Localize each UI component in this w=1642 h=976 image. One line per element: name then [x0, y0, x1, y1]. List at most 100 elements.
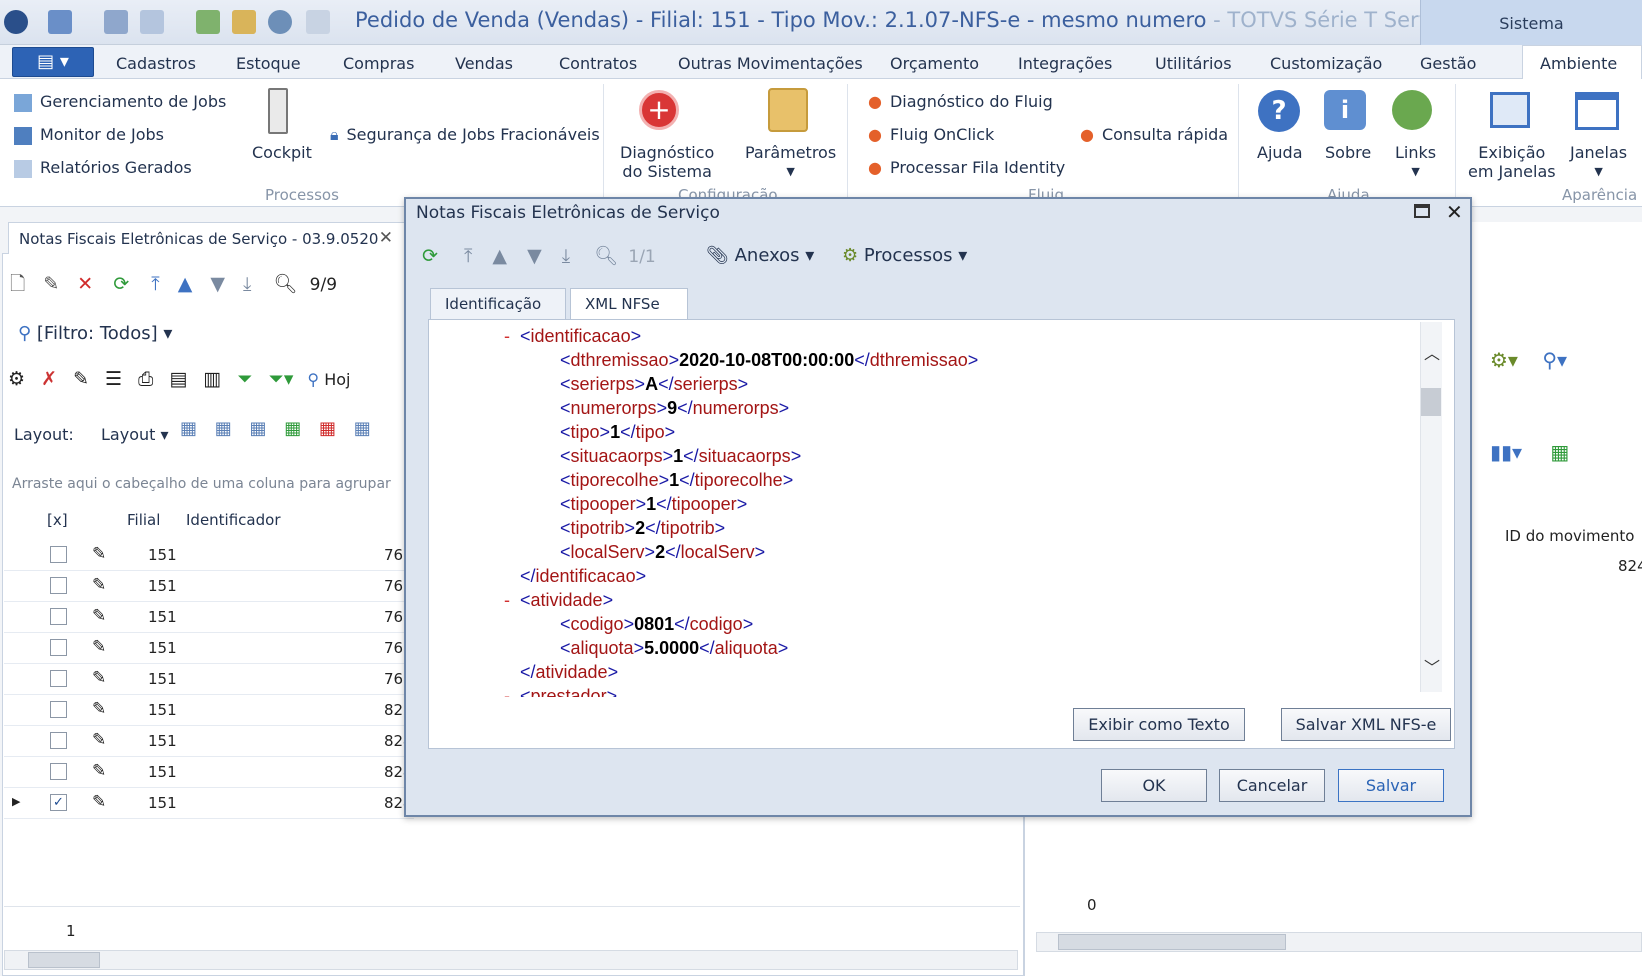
next-record-icon[interactable]: ▼ — [210, 273, 225, 295]
menu-ambiente[interactable]: Ambiente — [1540, 54, 1617, 73]
funnel-icon[interactable]: ⏷ — [237, 368, 252, 390]
refresh-icon[interactable]: ⟳ — [113, 273, 129, 295]
layout-delete-icon[interactable]: ▦ — [215, 418, 232, 439]
scroll-up-icon[interactable]: ︿ — [1424, 340, 1440, 364]
anexos-dropdown[interactable]: 📎︎ Anexos ▾ — [706, 245, 814, 266]
funnel-menu-icon[interactable]: ⏷▾ — [269, 368, 294, 390]
sistema-tab[interactable]: Sistema — [1420, 0, 1642, 45]
cockpit-button[interactable]: Cockpit — [252, 143, 312, 162]
diagnostico-fluig-button[interactable]: ● Diagnóstico do Fluig — [868, 92, 1053, 111]
layout-options-icon[interactable]: ▦ — [354, 418, 371, 439]
monitor-jobs-button[interactable]: Monitor de Jobs — [14, 125, 164, 145]
print-icon[interactable]: ⎙ — [138, 368, 153, 390]
sobre-button[interactable]: Sobre — [1325, 143, 1371, 162]
quick-access-icon[interactable] — [48, 10, 72, 34]
tag-icon[interactable]: ✎ — [73, 368, 89, 390]
tab-identificacao[interactable]: Identificação — [430, 288, 566, 320]
hoje-button[interactable]: ⚲ Hoj — [307, 370, 350, 389]
scroll-down-icon[interactable]: ﹀ — [1424, 654, 1440, 678]
layout-menu-button[interactable]: Layout ▾ — [101, 425, 169, 444]
diagnostico-sistema-button[interactable]: Diagnóstico do Sistema — [620, 143, 714, 181]
horizontal-scrollbar[interactable] — [4, 950, 1018, 970]
parametros-button[interactable]: Parâmetros ▼ — [745, 143, 836, 181]
collapse-node-icon[interactable]: - — [504, 326, 510, 347]
janelas-button[interactable]: Janelas ▼ — [1570, 143, 1627, 181]
edit-row-icon[interactable]: ✎ — [92, 544, 106, 564]
menu-estoque[interactable]: Estoque — [236, 54, 301, 73]
fluig-onclick-button[interactable]: ● Fluig OnClick — [868, 125, 994, 144]
previous-record-icon[interactable]: ▲ — [492, 245, 507, 267]
menu-utilitarios[interactable]: Utilitários — [1155, 54, 1232, 73]
exibir-como-texto-button[interactable]: Exibir como Texto — [1073, 708, 1245, 741]
filter-dropdown[interactable]: ⚲ [Filtro: Todos] ▾ — [18, 323, 172, 344]
xml-vertical-scrollbar[interactable] — [1420, 322, 1442, 692]
first-record-icon[interactable]: ⤒ — [151, 273, 159, 295]
processos-dropdown[interactable]: ⚙ Processos ▾ — [842, 245, 967, 266]
xml-scroll-thumb[interactable] — [1421, 388, 1441, 416]
app-logo-icon[interactable] — [4, 10, 28, 34]
scrollbar-thumb[interactable] — [28, 952, 100, 968]
menu-contratos[interactable]: Contratos — [559, 54, 637, 73]
chart-menu-icon[interactable]: ▮▮▾ — [1490, 440, 1522, 464]
collapse-node-icon[interactable]: - — [504, 686, 510, 697]
menu-vendas[interactable]: Vendas — [455, 54, 513, 73]
edit-row-icon[interactable]: ✎ — [92, 637, 106, 657]
edit-row-icon[interactable]: ✎ — [92, 668, 106, 688]
column-header-select[interactable]: [x] — [47, 511, 68, 538]
file-menu-button[interactable]: ▤ ▾ — [12, 47, 94, 77]
consulta-rapida-button[interactable]: ● Consulta rápida — [1080, 125, 1228, 144]
right-scrollbar-thumb[interactable] — [1058, 934, 1286, 950]
close-tab-icon[interactable]: ✕ — [379, 228, 393, 248]
layout-export-icon[interactable]: ▦ — [319, 418, 336, 439]
ajuda-button[interactable]: Ajuda — [1257, 143, 1303, 162]
table-row[interactable]: ✎ 151 762 — [4, 633, 414, 664]
window-icon[interactable] — [140, 10, 164, 34]
row-checkbox[interactable]: ✓ — [50, 794, 67, 811]
books-icon[interactable]: ▥ — [203, 368, 221, 390]
menu-integracoes[interactable]: Integrações — [1018, 54, 1112, 73]
menu-cadastros[interactable]: Cadastros — [116, 54, 196, 73]
table-row[interactable]: ✎ 151 824 — [4, 757, 414, 788]
filter-menu-icon[interactable]: ⚲▾ — [1542, 348, 1567, 372]
cancel-button[interactable]: Cancelar — [1219, 769, 1325, 802]
edit-row-icon[interactable]: ✎ — [92, 761, 106, 781]
table-row[interactable]: ✎ 151 824 — [4, 726, 414, 757]
table-row[interactable]: ✎ 151 762 — [4, 602, 414, 633]
row-checkbox[interactable] — [50, 701, 67, 718]
copy-icon[interactable] — [306, 10, 330, 34]
new-icon[interactable]: 🗋︎ — [10, 273, 25, 295]
binoculars-icon[interactable]: 🔍︎ — [273, 273, 297, 295]
salvar-xml-nfse-button[interactable]: Salvar XML NFS-e — [1281, 708, 1451, 741]
previous-record-icon[interactable]: ▲ — [178, 273, 193, 295]
tab-xml-nfse[interactable]: XML NFSe — [570, 288, 688, 320]
menu-gestao[interactable]: Gestão — [1420, 54, 1476, 73]
process-menu-icon[interactable]: ⚙▾ — [1490, 348, 1518, 372]
save-button[interactable]: Salvar — [1338, 769, 1444, 802]
seguranca-jobs-button[interactable]: 🔒︎ Segurança de Jobs Fracionáveis — [330, 125, 600, 145]
table-row[interactable]: ✎ 151 762 — [4, 571, 414, 602]
columns-icon[interactable]: ▤ — [169, 368, 187, 390]
edit-icon[interactable]: ✎ — [43, 273, 59, 295]
ok-button[interactable]: OK — [1101, 769, 1207, 802]
edit-row-icon[interactable]: ✎ — [92, 792, 106, 812]
row-checkbox[interactable] — [50, 608, 67, 625]
column-header-filial[interactable]: Filial — [127, 511, 161, 538]
edit-row-icon[interactable]: ✎ — [92, 575, 106, 595]
gerenciamento-jobs-button[interactable]: Gerenciamento de Jobs — [14, 92, 226, 112]
first-record-icon[interactable]: ⤒ — [464, 245, 472, 267]
table-row[interactable]: ✎ 151 762 — [4, 540, 414, 571]
binoculars-icon[interactable]: 🔍︎ — [594, 245, 618, 267]
sheet-icon[interactable]: ▦ — [1550, 440, 1569, 464]
edit-row-icon[interactable]: ✎ — [92, 730, 106, 750]
column-header-id-movimento[interactable]: ID do movimento — [1505, 527, 1634, 545]
layout-grid-icon[interactable]: ▦ — [250, 418, 267, 439]
column-header-identificador[interactable]: Identificador — [186, 511, 281, 538]
save-icon[interactable] — [104, 10, 128, 34]
row-checkbox[interactable] — [50, 577, 67, 594]
layout-import-icon[interactable]: ▦ — [284, 418, 301, 439]
row-checkbox[interactable] — [50, 639, 67, 656]
process-icon[interactable]: ⚙ — [8, 368, 25, 390]
relatorios-gerados-button[interactable]: Relatórios Gerados — [14, 158, 192, 178]
cancel-process-icon[interactable]: ✗ — [41, 368, 57, 390]
export-icon[interactable] — [196, 10, 220, 34]
